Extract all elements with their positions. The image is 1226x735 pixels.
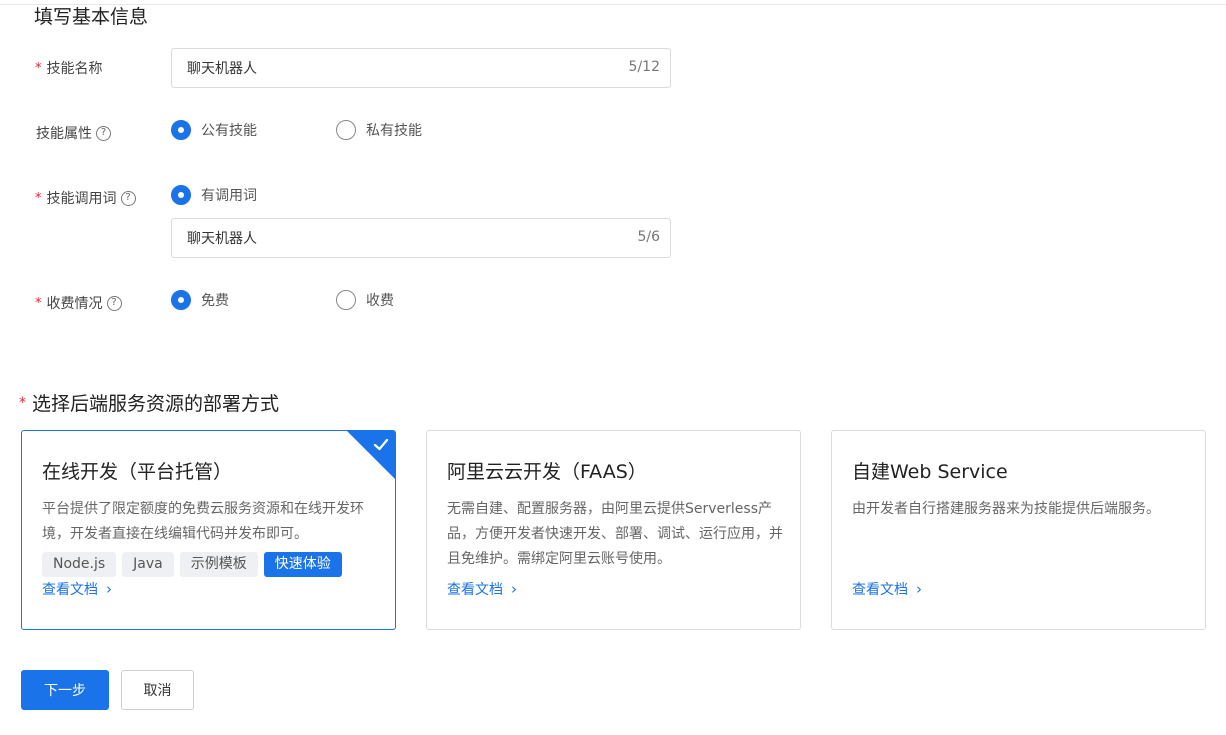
card-title: 在线开发（平台托管） bbox=[42, 461, 233, 483]
tag-list: Node.js Java 示例模板 快速体验 bbox=[42, 552, 342, 577]
invoke-word-label: * 技能调用词 ? bbox=[35, 188, 136, 208]
invoke-word-label-text: 技能调用词 bbox=[46, 191, 117, 207]
help-icon[interactable]: ? bbox=[96, 125, 111, 141]
radio-checked-icon bbox=[171, 185, 191, 205]
charge-label-text: 收费情况 bbox=[46, 296, 103, 312]
skill-name-field[interactable]: 5/12 bbox=[171, 48, 671, 88]
radio-checked-icon bbox=[171, 290, 191, 310]
radio-paid[interactable]: 收费 bbox=[336, 290, 394, 310]
section-title: 填写基本信息 bbox=[34, 6, 149, 28]
radio-checked-icon bbox=[171, 120, 191, 140]
next-button[interactable]: 下一步 bbox=[21, 670, 109, 710]
radio-unchecked-icon bbox=[336, 290, 356, 310]
invoke-word-field[interactable]: 5/6 bbox=[171, 218, 671, 258]
skill-attr-label: 技能属性 ? bbox=[36, 123, 111, 143]
check-icon bbox=[373, 438, 389, 451]
radio-has-invoke-word[interactable]: 有调用词 bbox=[171, 185, 257, 205]
chevron-right-icon: › bbox=[916, 580, 922, 598]
radio-free-label: 免费 bbox=[201, 293, 229, 309]
radio-free[interactable]: 免费 bbox=[171, 290, 229, 310]
deploy-card-web-service[interactable]: 自建Web Service 由开发者自行搭建服务器来为技能提供后端服务。 查看文… bbox=[831, 430, 1206, 630]
card-desc: 平台提供了限定额度的免费云服务资源和在线开发环境，开发者直接在线编辑代码并发布即… bbox=[42, 501, 364, 542]
help-icon[interactable]: ? bbox=[120, 190, 136, 206]
card-title: 阿里云云开发（FAAS） bbox=[447, 461, 647, 483]
card-desc: 由开发者自行搭建服务器来为技能提供后端服务。 bbox=[852, 501, 1160, 517]
required-mark: * bbox=[35, 295, 42, 311]
skill-attr-label-text: 技能属性 bbox=[36, 126, 92, 142]
skill-name-count: 5/12 bbox=[628, 59, 660, 75]
radio-paid-label: 收费 bbox=[366, 293, 394, 309]
card-desc: 无需自建、配置服务器，由阿里云提供Serverless产品，方便开发者快速开发、… bbox=[447, 501, 783, 567]
skill-name-input[interactable] bbox=[187, 49, 587, 87]
tag-nodejs[interactable]: Node.js bbox=[42, 552, 117, 577]
invoke-word-count: 5/6 bbox=[637, 229, 660, 245]
deploy-card-online[interactable]: 在线开发（平台托管） 平台提供了限定额度的免费云服务资源和在线开发环境，开发者直… bbox=[21, 430, 396, 630]
help-icon[interactable]: ? bbox=[106, 295, 122, 311]
required-mark: * bbox=[35, 190, 42, 206]
radio-private-skill-label: 私有技能 bbox=[366, 123, 422, 139]
radio-has-invoke-word-label: 有调用词 bbox=[201, 188, 257, 204]
radio-unchecked-icon bbox=[336, 120, 356, 140]
chevron-right-icon: › bbox=[106, 580, 112, 598]
card-title: 自建Web Service bbox=[852, 461, 1008, 483]
skill-name-label-text: 技能名称 bbox=[46, 61, 103, 77]
invoke-word-input[interactable] bbox=[187, 219, 587, 257]
required-mark: * bbox=[35, 60, 42, 76]
charge-label: * 收费情况 ? bbox=[35, 293, 122, 313]
view-docs-label: 查看文档 bbox=[447, 582, 503, 598]
view-docs-link[interactable]: 查看文档 › bbox=[42, 579, 112, 599]
cancel-button[interactable]: 取消 bbox=[121, 670, 194, 710]
radio-public-skill[interactable]: 公有技能 bbox=[171, 120, 257, 140]
tag-java[interactable]: Java bbox=[122, 552, 174, 577]
view-docs-link[interactable]: 查看文档 › bbox=[447, 579, 517, 599]
tag-quick-start[interactable]: 快速体验 bbox=[263, 552, 342, 577]
top-divider bbox=[0, 4, 1226, 5]
skill-name-label: * 技能名称 bbox=[35, 58, 103, 78]
required-mark: * bbox=[19, 394, 26, 411]
chevron-right-icon: › bbox=[511, 580, 517, 598]
view-docs-label: 查看文档 bbox=[852, 582, 908, 598]
deploy-card-faas[interactable]: 阿里云云开发（FAAS） 无需自建、配置服务器，由阿里云提供Serverless… bbox=[426, 430, 801, 630]
radio-public-skill-label: 公有技能 bbox=[201, 123, 257, 139]
view-docs-label: 查看文档 bbox=[42, 582, 98, 598]
deploy-title-text: 选择后端服务资源的部署方式 bbox=[32, 393, 280, 415]
tag-template[interactable]: 示例模板 bbox=[179, 552, 258, 577]
radio-private-skill[interactable]: 私有技能 bbox=[336, 120, 422, 140]
view-docs-link[interactable]: 查看文档 › bbox=[852, 579, 922, 599]
deploy-section-title: * 选择后端服务资源的部署方式 bbox=[19, 389, 280, 416]
